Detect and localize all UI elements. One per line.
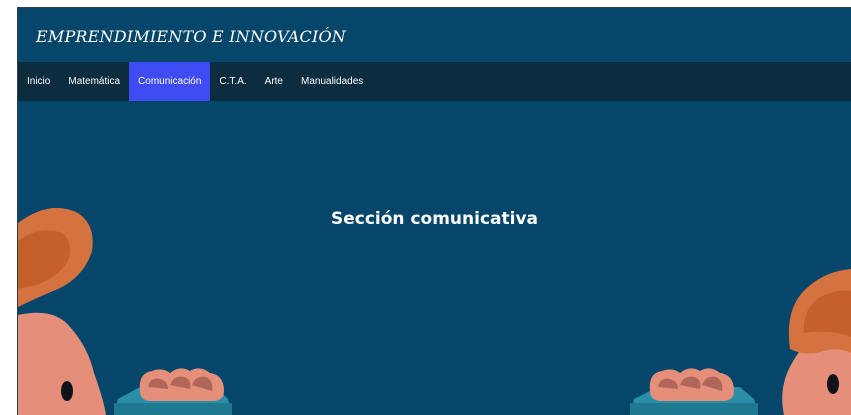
nav-item-cta[interactable]: C.T.A. bbox=[210, 62, 255, 101]
browser-frame: EMPRENDIMIENTO E INNOVACIÓN Inicio Matem… bbox=[18, 8, 851, 415]
nav-item-inicio[interactable]: Inicio bbox=[18, 62, 59, 101]
site-header: EMPRENDIMIENTO E INNOVACIÓN bbox=[18, 8, 851, 62]
right-character-illustration bbox=[782, 269, 851, 415]
hero-illustration bbox=[18, 207, 851, 415]
site-brand[interactable]: EMPRENDIMIENTO E INNOVACIÓN bbox=[36, 27, 346, 46]
right-book-illustration bbox=[630, 368, 758, 415]
left-book-illustration bbox=[114, 368, 232, 415]
hero-title: Sección comunicativa bbox=[330, 209, 538, 229]
nav-item-matematica[interactable]: Matemática bbox=[59, 62, 129, 101]
nav-item-comunicacion[interactable]: Comunicación bbox=[129, 62, 211, 101]
nav-item-arte[interactable]: Arte bbox=[256, 62, 292, 101]
nav-item-manualidades[interactable]: Manualidades bbox=[292, 62, 372, 101]
left-character-illustration bbox=[18, 207, 106, 415]
main-nav: Inicio Matemática Comunicación C.T.A. Ar… bbox=[18, 62, 851, 101]
